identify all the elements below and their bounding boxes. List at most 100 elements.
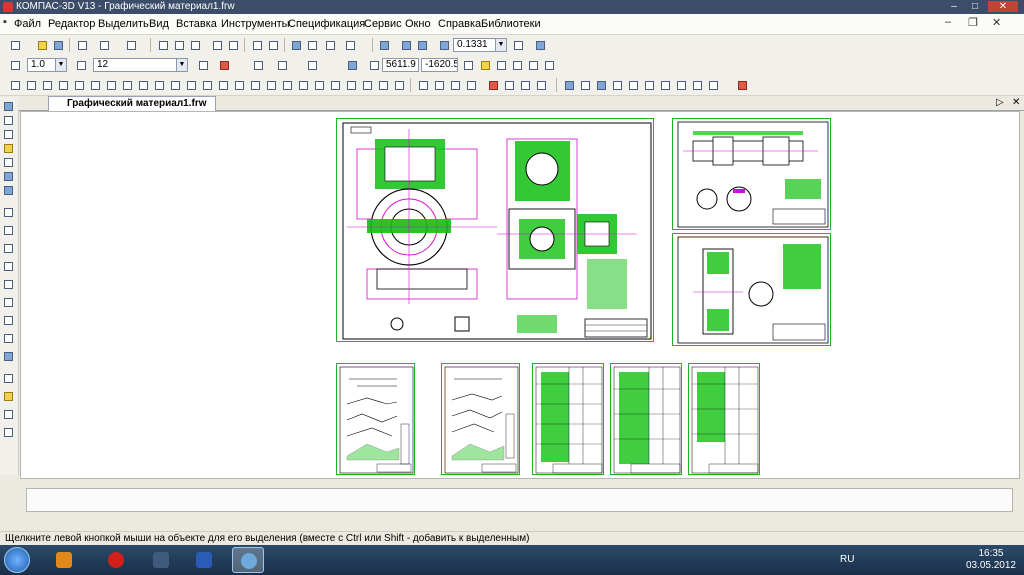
nurbs-button[interactable] — [344, 78, 358, 92]
save-button[interactable] — [51, 38, 65, 52]
properties-panel-content[interactable] — [26, 488, 1013, 512]
document-tab[interactable]: Графический материал1.frw — [48, 96, 216, 111]
taskbar-opera[interactable] — [100, 547, 132, 573]
layer-button[interactable] — [196, 58, 210, 72]
tool-edit[interactable] — [3, 143, 15, 155]
snap-normal-button[interactable] — [658, 78, 672, 92]
undo-button[interactable] — [250, 38, 264, 52]
zoom-all-button[interactable] — [437, 38, 451, 52]
magnet-button[interactable] — [217, 58, 231, 72]
coordinates-button[interactable] — [367, 58, 381, 72]
manager-button[interactable] — [124, 38, 138, 52]
equidistant-button[interactable] — [232, 78, 246, 92]
copy-obj-button[interactable] — [534, 78, 548, 92]
start-button[interactable] — [4, 547, 30, 573]
polyline-button[interactable] — [136, 78, 150, 92]
local-cs-button[interactable] — [251, 58, 265, 72]
bezier-button[interactable] — [360, 78, 374, 92]
menu-editor[interactable]: Редактор — [48, 18, 95, 30]
properties-button[interactable] — [210, 38, 224, 52]
tool-dimensions[interactable] — [3, 115, 15, 127]
hatch-button[interactable] — [200, 78, 214, 92]
help-pointer-button[interactable] — [343, 38, 357, 52]
taskbar-printer[interactable] — [145, 547, 177, 573]
menu-window[interactable]: Окно — [405, 18, 431, 30]
tool-text[interactable] — [3, 207, 15, 219]
clock[interactable]: 16:35 03.05.2012 — [966, 548, 1016, 572]
new-document-button[interactable] — [8, 38, 22, 52]
menu-help[interactable]: Справка — [438, 18, 481, 30]
point-button[interactable] — [8, 78, 22, 92]
zoom-in-button[interactable] — [399, 38, 413, 52]
specification-sheet-2[interactable] — [610, 363, 682, 475]
tool-select[interactable] — [3, 185, 15, 197]
snap-nearest-button[interactable] — [562, 78, 576, 92]
tool-measure[interactable] — [3, 171, 15, 183]
ellipse-button[interactable] — [88, 78, 102, 92]
fillet-button[interactable] — [168, 78, 182, 92]
pan-button[interactable] — [511, 38, 525, 52]
specification-sheet-1[interactable] — [532, 363, 604, 475]
document-menu-icon[interactable]: ▪ — [3, 16, 7, 28]
preview-button[interactable] — [97, 38, 111, 52]
tool-roughness[interactable] — [3, 279, 15, 291]
menu-specification[interactable]: Спецификация — [288, 18, 365, 30]
rectangle-button[interactable] — [104, 78, 118, 92]
tool-weld[interactable] — [3, 391, 15, 403]
doc-minimize-button[interactable]: – — [945, 16, 951, 28]
minimize-button[interactable]: – — [945, 1, 963, 12]
chamfer-button[interactable] — [184, 78, 198, 92]
snap-middle-button[interactable] — [594, 78, 608, 92]
step-combo[interactable]: 12 ▼ — [93, 58, 188, 72]
tool-geometry[interactable] — [3, 101, 15, 113]
drawing-sheet-chart-2[interactable] — [441, 363, 520, 475]
doc-close-button[interactable]: ✕ — [992, 16, 1001, 29]
zoom-window-button[interactable] — [377, 38, 391, 52]
tool-leader[interactable] — [3, 297, 15, 309]
menu-insert[interactable]: Вставка — [176, 18, 217, 30]
zoom-combo[interactable]: 0.1331 ▼ — [453, 38, 507, 52]
close-button[interactable]: ✕ — [988, 1, 1018, 12]
coord-x-field[interactable]: 5611.9 — [382, 58, 419, 72]
mirror-button[interactable] — [464, 78, 478, 92]
refresh-button[interactable] — [533, 38, 547, 52]
collect-contour-button[interactable] — [328, 78, 342, 92]
variables-button[interactable] — [305, 38, 319, 52]
move-obj-button[interactable] — [416, 78, 430, 92]
coord-y-field[interactable]: -1620.5 — [421, 58, 458, 72]
circle-button[interactable] — [56, 78, 70, 92]
ortho-button[interactable] — [305, 58, 319, 72]
tool-axis[interactable] — [3, 373, 15, 385]
drawing-canvas[interactable] — [20, 111, 1020, 479]
paste-button[interactable] — [188, 38, 202, 52]
taskbar-kompas[interactable] — [232, 547, 264, 573]
menu-service[interactable]: Сервис — [364, 18, 402, 30]
tool-cut-line[interactable] — [3, 315, 15, 327]
macro-button[interactable] — [376, 78, 390, 92]
bisector-button[interactable] — [264, 78, 278, 92]
language-indicator[interactable]: RU — [840, 554, 854, 565]
grid-scale-button[interactable] — [8, 58, 22, 72]
polygon-button[interactable] — [120, 78, 134, 92]
maximize-button[interactable]: □ — [966, 1, 984, 12]
trim-button[interactable] — [486, 78, 500, 92]
taskbar-media-player[interactable] — [48, 547, 80, 573]
tool-center-mark[interactable] — [3, 409, 15, 421]
group-button[interactable] — [392, 78, 406, 92]
rotate-button[interactable] — [432, 78, 446, 92]
menu-tools[interactable]: Инструменты — [221, 18, 290, 30]
list-button[interactable] — [226, 38, 240, 52]
drawing-sheet-shaft[interactable] — [672, 118, 831, 230]
parallel-line-button[interactable] — [296, 78, 310, 92]
grid-button[interactable] — [275, 58, 289, 72]
open-button[interactable] — [35, 38, 49, 52]
snap-end-button[interactable] — [578, 78, 592, 92]
line-button[interactable] — [24, 78, 38, 92]
scale-obj-button[interactable] — [448, 78, 462, 92]
position-button[interactable] — [461, 58, 475, 72]
step-button[interactable] — [74, 58, 88, 72]
auxiliary-line-button[interactable] — [280, 78, 294, 92]
snap-center-button[interactable] — [610, 78, 624, 92]
zoom-out-button[interactable] — [415, 38, 429, 52]
spline-button[interactable] — [152, 78, 166, 92]
